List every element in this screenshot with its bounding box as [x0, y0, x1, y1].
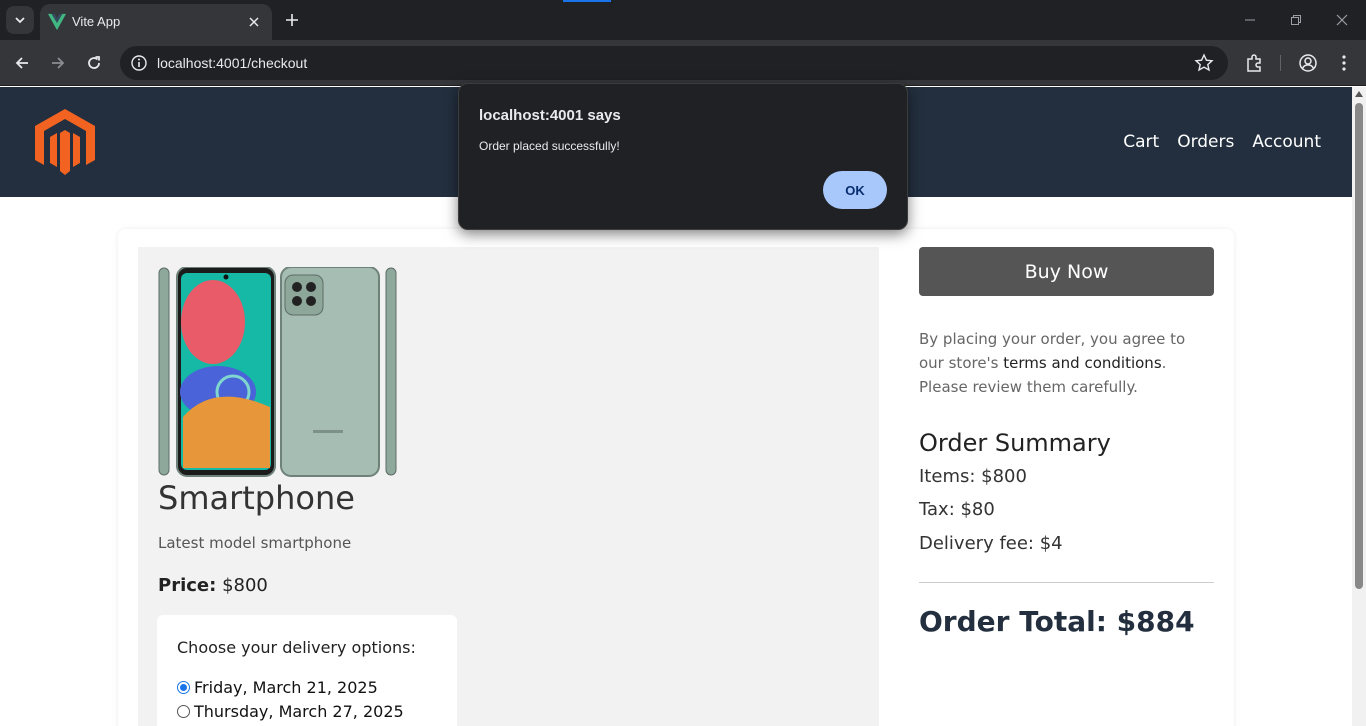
- terms-text: By placing your order, you agree to our …: [919, 327, 1214, 399]
- extensions-button[interactable]: [1243, 52, 1265, 74]
- reload-button[interactable]: [80, 49, 108, 77]
- puzzle-icon: [1247, 54, 1261, 72]
- arrow-right-icon: [52, 57, 65, 69]
- minimize-button[interactable]: [1238, 8, 1262, 32]
- vue-logo-icon: [48, 13, 66, 31]
- page-scrollbar[interactable]: [1352, 87, 1366, 726]
- buy-now-button[interactable]: Buy Now: [919, 247, 1214, 296]
- order-summary-panel: Buy Now By placing your order, you agree…: [899, 229, 1234, 726]
- account-icon: [1299, 54, 1317, 72]
- info-icon[interactable]: [130, 54, 148, 72]
- toolbar-separator: [1280, 55, 1281, 71]
- back-button[interactable]: [8, 49, 36, 77]
- restore-button[interactable]: [1284, 8, 1308, 32]
- minimize-icon: [1245, 19, 1255, 21]
- close-icon: [249, 17, 259, 27]
- delivery-options-box: Choose your delivery options: Friday, Ma…: [157, 615, 457, 726]
- chevron-down-icon: [15, 17, 25, 24]
- delivery-option-label: Friday, March 21, 2025: [194, 678, 378, 697]
- product-description: Latest model smartphone: [158, 534, 352, 552]
- url-text[interactable]: localhost:4001/checkout: [157, 55, 307, 71]
- restore-icon: [1291, 15, 1301, 25]
- dialog-message: Order placed successfully!: [479, 139, 620, 153]
- more-vert-icon: [1342, 55, 1346, 71]
- price-value: $800: [222, 575, 268, 596]
- alert-dialog: localhost:4001 says Order placed success…: [458, 83, 908, 230]
- price-label: Price:: [158, 575, 217, 596]
- product-panel: Smartphone Latest model smartphone Price…: [138, 247, 879, 726]
- nav-orders-link[interactable]: Orders: [1177, 132, 1234, 152]
- dialog-title: localhost:4001 says: [479, 107, 621, 124]
- summary-divider: [919, 582, 1214, 583]
- site-nav: Cart Orders Account: [1123, 132, 1321, 152]
- order-total: Order Total: $884: [919, 605, 1195, 638]
- delivery-option-label: Thursday, March 27, 2025: [194, 702, 404, 721]
- plus-icon: [286, 14, 298, 26]
- tab-title: Vite App: [72, 14, 121, 29]
- browser-tab-bar: Vite App: [0, 0, 1366, 40]
- browser-menu-button[interactable]: [1333, 52, 1355, 74]
- address-bar[interactable]: localhost:4001/checkout: [120, 46, 1228, 80]
- product-title: Smartphone: [158, 479, 355, 517]
- forward-button[interactable]: [44, 49, 72, 77]
- nav-account-link[interactable]: Account: [1252, 132, 1321, 152]
- nav-cart-link[interactable]: Cart: [1123, 132, 1159, 152]
- browser-tab[interactable]: Vite App: [40, 4, 272, 40]
- close-icon: [1336, 14, 1348, 26]
- bookmark-star-icon[interactable]: [1194, 53, 1214, 73]
- radio-button-checked[interactable]: [177, 681, 190, 694]
- reload-icon: [88, 56, 100, 69]
- scroll-up-arrow-icon[interactable]: [1355, 91, 1363, 97]
- delivery-option[interactable]: Thursday, March 27, 2025: [177, 702, 404, 721]
- order-summary-title: Order Summary: [919, 429, 1111, 457]
- checkout-card: Smartphone Latest model smartphone Price…: [118, 229, 1234, 726]
- terms-link[interactable]: terms and conditions: [1003, 354, 1161, 372]
- arrow-left-icon: [15, 57, 28, 69]
- delivery-options-title: Choose your delivery options:: [177, 638, 416, 657]
- product-price: Price: $800: [158, 575, 268, 596]
- scrollbar-thumb[interactable]: [1355, 103, 1363, 589]
- browser-toolbar: localhost:4001/checkout: [0, 40, 1366, 86]
- dialog-ok-button[interactable]: OK: [823, 171, 887, 209]
- tab-close-button[interactable]: [244, 12, 264, 32]
- window-close-button[interactable]: [1330, 8, 1354, 32]
- profile-button[interactable]: [1297, 52, 1319, 74]
- smartphone-image: [158, 267, 397, 477]
- tab-strip-indicator: [563, 0, 611, 2]
- delivery-option[interactable]: Friday, March 21, 2025: [177, 678, 378, 697]
- magento-logo-icon[interactable]: [33, 107, 97, 177]
- summary-delivery-fee: Delivery fee: $4: [919, 533, 1063, 554]
- summary-items: Items: $800: [919, 466, 1027, 487]
- radio-button[interactable]: [177, 705, 190, 718]
- new-tab-button[interactable]: [280, 8, 304, 32]
- summary-tax: Tax: $80: [919, 499, 995, 520]
- tab-search-button[interactable]: [6, 6, 34, 34]
